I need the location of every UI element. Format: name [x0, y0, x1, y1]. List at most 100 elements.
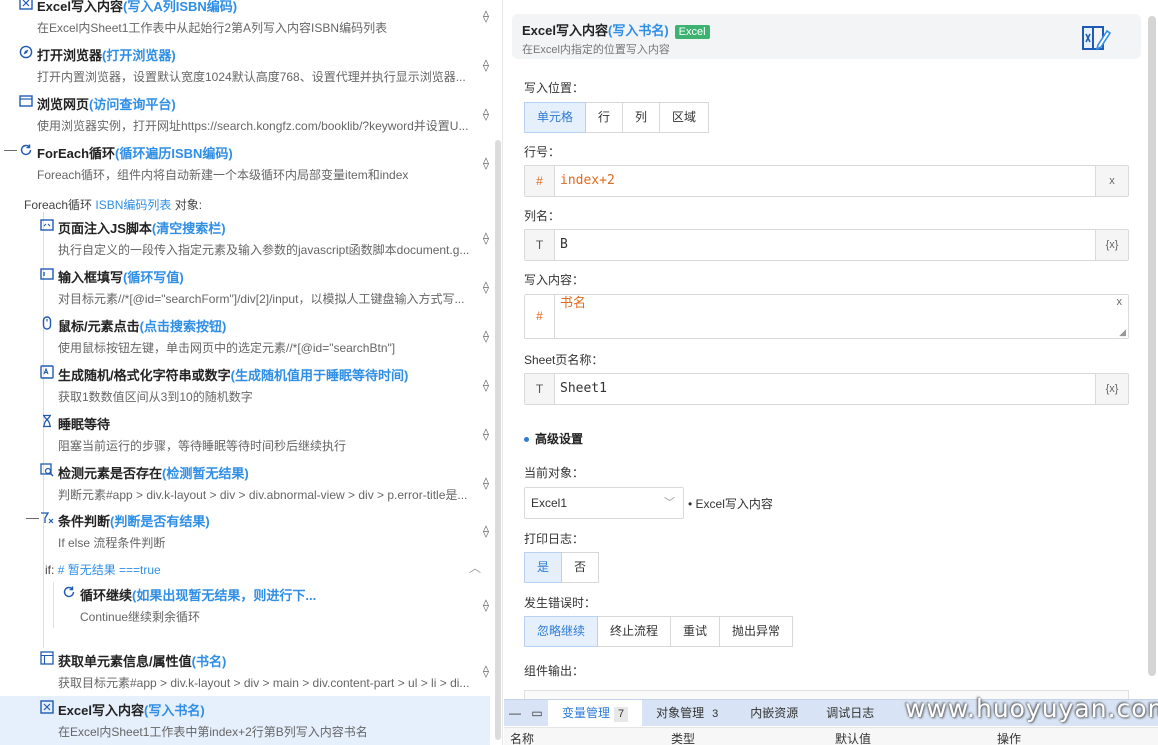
tab-debug-log[interactable]: 调试日志 [812, 700, 888, 726]
element-info-icon [40, 651, 54, 665]
flow-step-selected[interactable]: Excel写入内容(写入书名) 在Excel内Sheet1工作表中第index+… [0, 696, 490, 745]
right-scrollbar[interactable] [1148, 16, 1156, 676]
position-range-button[interactable]: 区域 [659, 102, 710, 133]
clear-button[interactable]: x [1095, 166, 1128, 196]
step-title: Excel写入内容 [58, 703, 144, 718]
clear-button[interactable]: x [1117, 296, 1123, 308]
hourglass-icon [40, 414, 54, 428]
web-page-icon [19, 94, 33, 108]
terminate-button[interactable]: 终止流程 [597, 616, 672, 647]
excel-write-icon [40, 700, 54, 714]
position-row-button[interactable]: 行 [585, 102, 624, 133]
step-title: 浏览网页 [37, 97, 90, 112]
tab-variables[interactable]: 变量管理 7 [548, 700, 643, 726]
row-input[interactable]: index+2 [560, 166, 615, 196]
restore-icon[interactable]: ▭ [526, 706, 548, 720]
connector-icon[interactable]: ⟠ [483, 524, 489, 538]
flow-step[interactable]: 页面注入JS脚本(清空搜索栏) 执行自定义的一段传入指定元素及输入参数的java… [0, 214, 490, 263]
connector-icon[interactable]: ⟠ [483, 598, 489, 612]
expression-type-toggle[interactable]: # [525, 295, 555, 338]
expression-type-toggle[interactable]: # [525, 166, 555, 196]
step-desc: 阻塞当前运行的步骤，等待睡眠等待时间秒后继续执行 [58, 439, 347, 453]
tab-embedded-resources[interactable]: 内嵌资源 [736, 700, 812, 726]
flow-step[interactable]: Excel写入内容(写入A列ISBN编码) 在Excel内Sheet1工作表中从… [0, 0, 490, 41]
excel-badge: Excel [674, 25, 710, 39]
sheet-field[interactable]: T Sheet1 {x} [524, 373, 1129, 405]
minimize-icon[interactable]: — [504, 706, 526, 720]
flow-step[interactable]: — 条件判断(判断是否有结果) If else 流程条件判断 ⟠ [0, 507, 490, 556]
connector-icon[interactable]: ⟠ [483, 156, 489, 170]
ignore-continue-button[interactable]: 忽略继续 [524, 616, 599, 647]
flow-step[interactable]: 打开浏览器(打开浏览器) 打开内置浏览器，设置默认宽度1024默认高度768、设… [0, 41, 490, 90]
flow-step[interactable]: 循环继续(如果出现暂无结果，则进行下... Continue继续剩余循环 ⟠ [0, 581, 490, 630]
position-cell-button[interactable]: 单元格 [524, 102, 587, 133]
text-type-toggle[interactable]: T [525, 230, 555, 260]
column-header: 名称 [510, 732, 535, 745]
retry-button[interactable]: 重试 [670, 616, 721, 647]
connector-icon[interactable]: ⟠ [483, 329, 489, 343]
content-input[interactable]: 书名 [560, 289, 586, 319]
collapse-icon[interactable]: — [26, 510, 39, 525]
variable-picker-button[interactable]: {x} [1095, 374, 1128, 404]
excel-write-logo-icon [1082, 26, 1111, 51]
column-header: 类型 [671, 732, 696, 745]
connector-icon[interactable]: ⟠ [483, 107, 489, 121]
connector-icon[interactable]: ⟠ [483, 378, 489, 392]
variable-picker-button[interactable]: {x} [1095, 230, 1128, 260]
step-title: 循环继续 [80, 588, 133, 603]
tab-objects[interactable]: 对象管理 3 [642, 700, 736, 726]
throw-exception-button[interactable]: 抛出异常 [719, 616, 794, 647]
step-subtitle: (判断是否有结果) [110, 514, 210, 529]
step-desc: 打开内置浏览器，设置默认宽度1024默认高度768、设置代理并执行显示浏览器..… [37, 70, 466, 84]
flow-step[interactable]: 浏览网页(访问查询平台) 使用浏览器实例，打开网址https://search.… [0, 90, 490, 139]
connector-icon[interactable]: ⟠ [483, 427, 489, 441]
current-object-label: 当前对象： [524, 466, 585, 480]
position-label: 写入位置： [524, 81, 585, 95]
column-input[interactable]: B [560, 230, 568, 260]
step-title: 获取单元素信息/属性值 [58, 654, 192, 669]
step-subtitle: (生成随机值用于睡眠等待时间) [230, 368, 409, 383]
flow-step[interactable]: 鼠标/元素点击(点击搜索按钮) 使用鼠标按钮左键，单击网页中的选定元素//*[@… [0, 312, 490, 361]
flow-step[interactable]: 输入框填写(循环写值) 对目标元素//*[@id="searchForm"]/d… [0, 263, 490, 312]
advanced-settings-heading[interactable]: 高级设置 [524, 430, 583, 447]
connector-icon[interactable]: ⟠ [483, 476, 489, 490]
sheet-input[interactable]: Sheet1 [560, 374, 607, 404]
step-desc: 获取1数数值区间从3到10的随机数字 [58, 390, 253, 404]
step-subtitle: (点击搜索按钮) [139, 319, 227, 334]
resize-handle-icon[interactable]: ◢ [1119, 327, 1126, 338]
step-desc: 在Excel内Sheet1工作表中第index+2行第B列写入内容书名 [58, 725, 368, 739]
connector-icon[interactable]: ⟠ [483, 9, 489, 23]
connector-icon[interactable]: ⟠ [483, 664, 489, 678]
flow-step[interactable]: 睡眠等待 阻塞当前运行的步骤，等待睡眠等待时间秒后继续执行 ⟠ [0, 410, 490, 459]
step-title: ForEach循环 [37, 146, 116, 161]
row-field[interactable]: # index+2 x [524, 165, 1129, 197]
step-title: 生成随机/格式化字符串或数字 [58, 368, 231, 383]
current-object-select[interactable]: Excel1 ﹀ [524, 487, 684, 519]
step-subtitle: (如果出现暂无结果，则进行下... [132, 588, 317, 603]
connector-icon[interactable]: ⟠ [483, 58, 489, 72]
connector-icon[interactable]: ⟠ [483, 231, 489, 245]
flow-step[interactable]: 生成随机/格式化字符串或数字(生成随机值用于睡眠等待时间) 获取1数数值区间从3… [0, 361, 490, 410]
properties-panel: Excel写入内容(写入书名) Excel 在Excel内指定的位置写入内容 写入… [504, 0, 1158, 745]
connector-icon[interactable]: ⟠ [483, 280, 489, 294]
if-branch-label[interactable]: if: # 暂无结果 ===true [45, 561, 161, 578]
chevron-up-icon[interactable]: ︿ [469, 559, 481, 576]
step-subtitle: (写入书名) [143, 703, 205, 718]
position-column-button[interactable]: 列 [622, 102, 661, 133]
content-field[interactable]: # 书名 x ◢ [524, 294, 1129, 339]
log-yes-button[interactable]: 是 [524, 552, 563, 583]
chevron-down-icon: ﹀ [664, 497, 675, 509]
flow-step[interactable]: 检测元素是否存在(检测暂无结果) 判断元素#app > div.k-layout… [0, 459, 490, 508]
step-subtitle: (写入A列ISBN编码) [122, 0, 238, 14]
left-scrollbar[interactable] [495, 140, 501, 740]
collapse-icon[interactable]: — [4, 142, 17, 157]
step-subtitle: (打开浏览器) [102, 48, 176, 63]
step-title: 鼠标/元素点击 [58, 319, 140, 334]
text-type-toggle[interactable]: T [525, 374, 555, 404]
flow-step[interactable]: 获取单元素信息/属性值(书名) 获取目标元素#app > div.k-layou… [0, 647, 490, 696]
step-subtitle: (书名) [191, 654, 227, 669]
condition-icon [40, 511, 54, 525]
column-field[interactable]: T B {x} [524, 229, 1129, 261]
flow-step[interactable]: — ForEach循环(循环遍历ISBN编码) Foreach循环，组件内将自动… [0, 139, 490, 188]
log-no-button[interactable]: 否 [561, 552, 600, 583]
